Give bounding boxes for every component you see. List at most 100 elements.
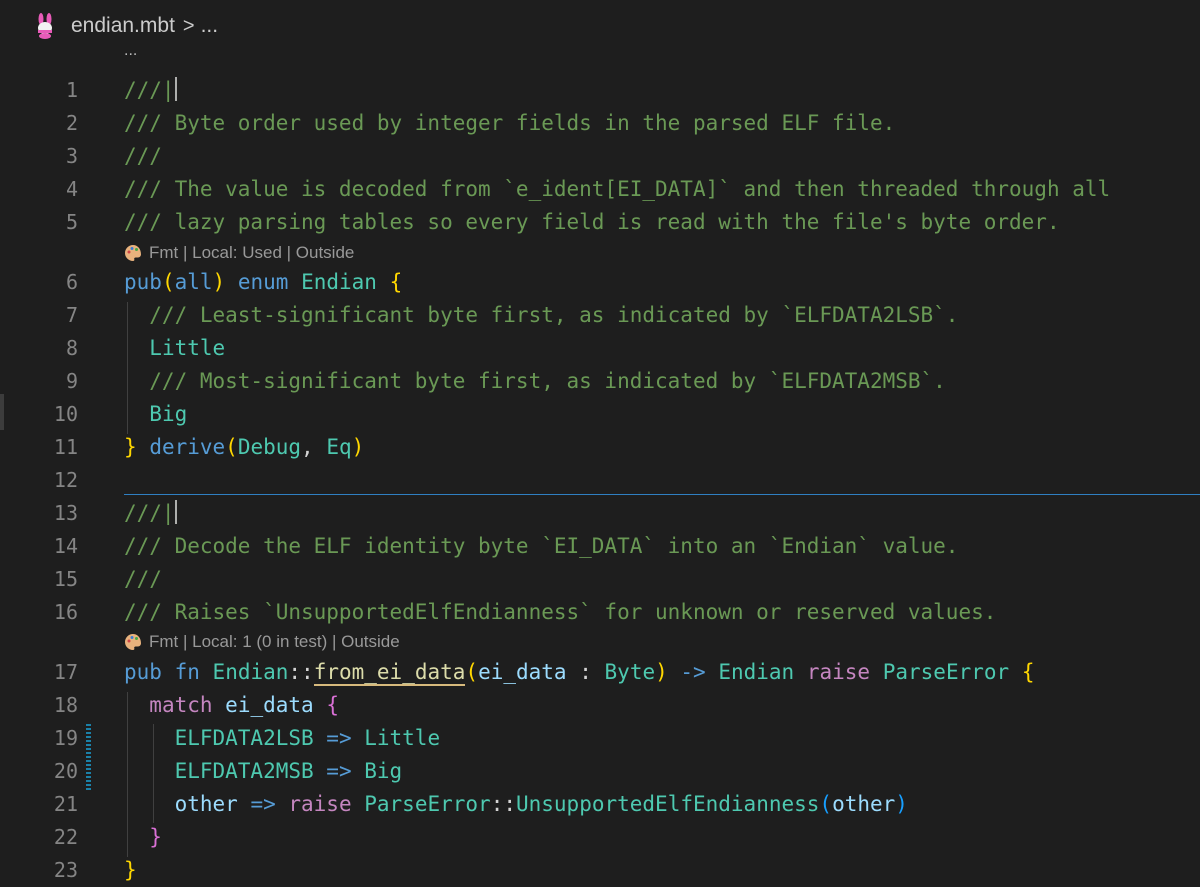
code-line[interactable]: 3 /// [0, 140, 1200, 173]
line-number: 15 [53, 567, 78, 591]
line-number: 3 [65, 144, 78, 168]
code-line[interactable]: 9 /// Most-significant byte first, as in… [0, 365, 1200, 398]
code-text: pub(all) enum Endian { [124, 266, 402, 299]
code-text: /// Raises `UnsupportedElfEndianness` fo… [124, 596, 996, 629]
code-token: -> [667, 660, 719, 684]
code-line[interactable]: 6 pub(all) enum Endian { [0, 266, 1200, 299]
code-line[interactable]: 12 [0, 464, 1200, 497]
line-number: 4 [65, 177, 78, 201]
code-text: ELFDATA2LSB => Little [124, 722, 441, 755]
code-token: /// [124, 144, 162, 168]
code-text: /// Decode the ELF identity byte `EI_DAT… [124, 530, 958, 563]
line-number: 12 [53, 468, 78, 492]
line-number: 1 [65, 78, 78, 102]
code-text: pub fn Endian::from_ei_data(ei_data : By… [124, 656, 1034, 689]
code-line[interactable]: 14 /// Decode the ELF identity byte `EI_D… [0, 530, 1200, 563]
code-token: ) [895, 792, 908, 816]
line-number: 21 [53, 792, 78, 816]
code-text: /// Byte order used by integer fields in… [124, 107, 895, 140]
code-token: from_ei_data [313, 660, 466, 686]
code-lens[interactable]: Fmt | Local: Used | Outside [124, 240, 354, 266]
code-line[interactable]: 20 ELFDATA2MSB => Big [0, 755, 1200, 788]
line-number: 20 [53, 759, 78, 783]
code-token: Big [149, 402, 188, 426]
code-line[interactable]: 2 /// Byte order used by integer fields i… [0, 107, 1200, 140]
code-token: /// Raises `UnsupportedElfEndianness` fo… [124, 600, 997, 624]
code-text: /// Most-significant byte first, as indi… [124, 365, 946, 398]
code-token: ELFDATA2MSB [174, 759, 314, 783]
line-number: 19 [53, 726, 78, 750]
code-line[interactable]: 13 ///| [0, 497, 1200, 530]
code-line[interactable]: 8 Little [0, 332, 1200, 365]
code-editor[interactable]: Fmt | Local: Used | Outside Fmt | Local:… [0, 0, 1200, 885]
code-token: UnsupportedElfEndianness [515, 792, 820, 816]
palette-icon [124, 633, 142, 651]
line-number: 23 [53, 858, 78, 882]
code-token: Eq [326, 435, 352, 459]
code-token: } [124, 435, 137, 459]
line-number: 2 [65, 111, 78, 135]
code-line[interactable]: 1 ///| [0, 74, 1200, 107]
code-token: { [389, 270, 403, 294]
code-line[interactable]: 17 pub fn Endian::from_ei_data(ei_data : … [0, 656, 1200, 689]
code-line[interactable]: 4 /// The value is decoded from `e_ident[… [0, 173, 1200, 206]
code-token: raise [288, 792, 352, 816]
code-token: /// Decode the ELF identity byte `EI_DAT… [124, 534, 959, 558]
code-token: Endian [718, 660, 795, 684]
code-token: pub [124, 270, 162, 294]
code-text: } [124, 854, 137, 887]
text-cursor [174, 77, 177, 101]
line-number: 22 [53, 825, 78, 849]
code-line[interactable]: 21 other => raise ParseError::Unsupporte… [0, 788, 1200, 821]
code-line[interactable]: 10 Big [0, 398, 1200, 431]
code-line[interactable]: 11} derive(Debug, Eq) [0, 431, 1200, 464]
code-token: ///| [124, 501, 175, 525]
code-token: pub [124, 660, 162, 684]
code-line[interactable]: 18 match ei_data { [0, 689, 1200, 722]
code-token: /// Most-significant byte first, as indi… [124, 369, 946, 393]
code-text: /// [124, 140, 162, 173]
line-number: 7 [65, 303, 78, 327]
code-line[interactable]: 15 /// [0, 563, 1200, 596]
code-lens[interactable]: Fmt | Local: 1 (0 in test) | Outside [124, 629, 400, 655]
line-number: 6 [65, 270, 78, 294]
code-token: other [832, 792, 896, 816]
code-line[interactable]: 7 /// Least-significant byte first, as i… [0, 299, 1200, 332]
code-token: ParseError [882, 660, 1010, 684]
code-token: /// Least-significant byte first, as ind… [124, 303, 959, 327]
code-text: match ei_data { [124, 689, 339, 722]
code-token: Endian [301, 270, 377, 294]
code-token: ParseError [364, 792, 491, 816]
code-text: } [124, 821, 162, 854]
code-text: ///| [124, 497, 177, 530]
code-token: Big [364, 759, 403, 783]
code-line[interactable]: 5 /// lazy parsing tables so every field … [0, 206, 1200, 239]
line-number: 17 [53, 660, 78, 684]
code-token: Byte [604, 660, 656, 684]
code-line[interactable]: 23} [0, 854, 1200, 887]
line-number: 14 [53, 534, 78, 558]
code-token: ) [212, 270, 226, 294]
code-token: => [313, 759, 365, 783]
palette-icon [124, 244, 142, 262]
code-text: other => raise ParseError::UnsupportedEl… [124, 788, 908, 821]
code-token: ( [819, 792, 833, 816]
code-text: ELFDATA2MSB => Big [124, 755, 403, 788]
code-token: : [566, 660, 605, 684]
code-text: /// The value is decoded from `e_ident[E… [124, 173, 1110, 206]
code-token: match [149, 693, 213, 717]
code-token: => [313, 726, 365, 750]
line-number: 8 [65, 336, 78, 360]
code-line[interactable]: 16 /// Raises `UnsupportedElfEndianness` … [0, 596, 1200, 629]
code-line[interactable]: 22 } [0, 821, 1200, 854]
code-line[interactable]: 19 ELFDATA2LSB => Little [0, 722, 1200, 755]
